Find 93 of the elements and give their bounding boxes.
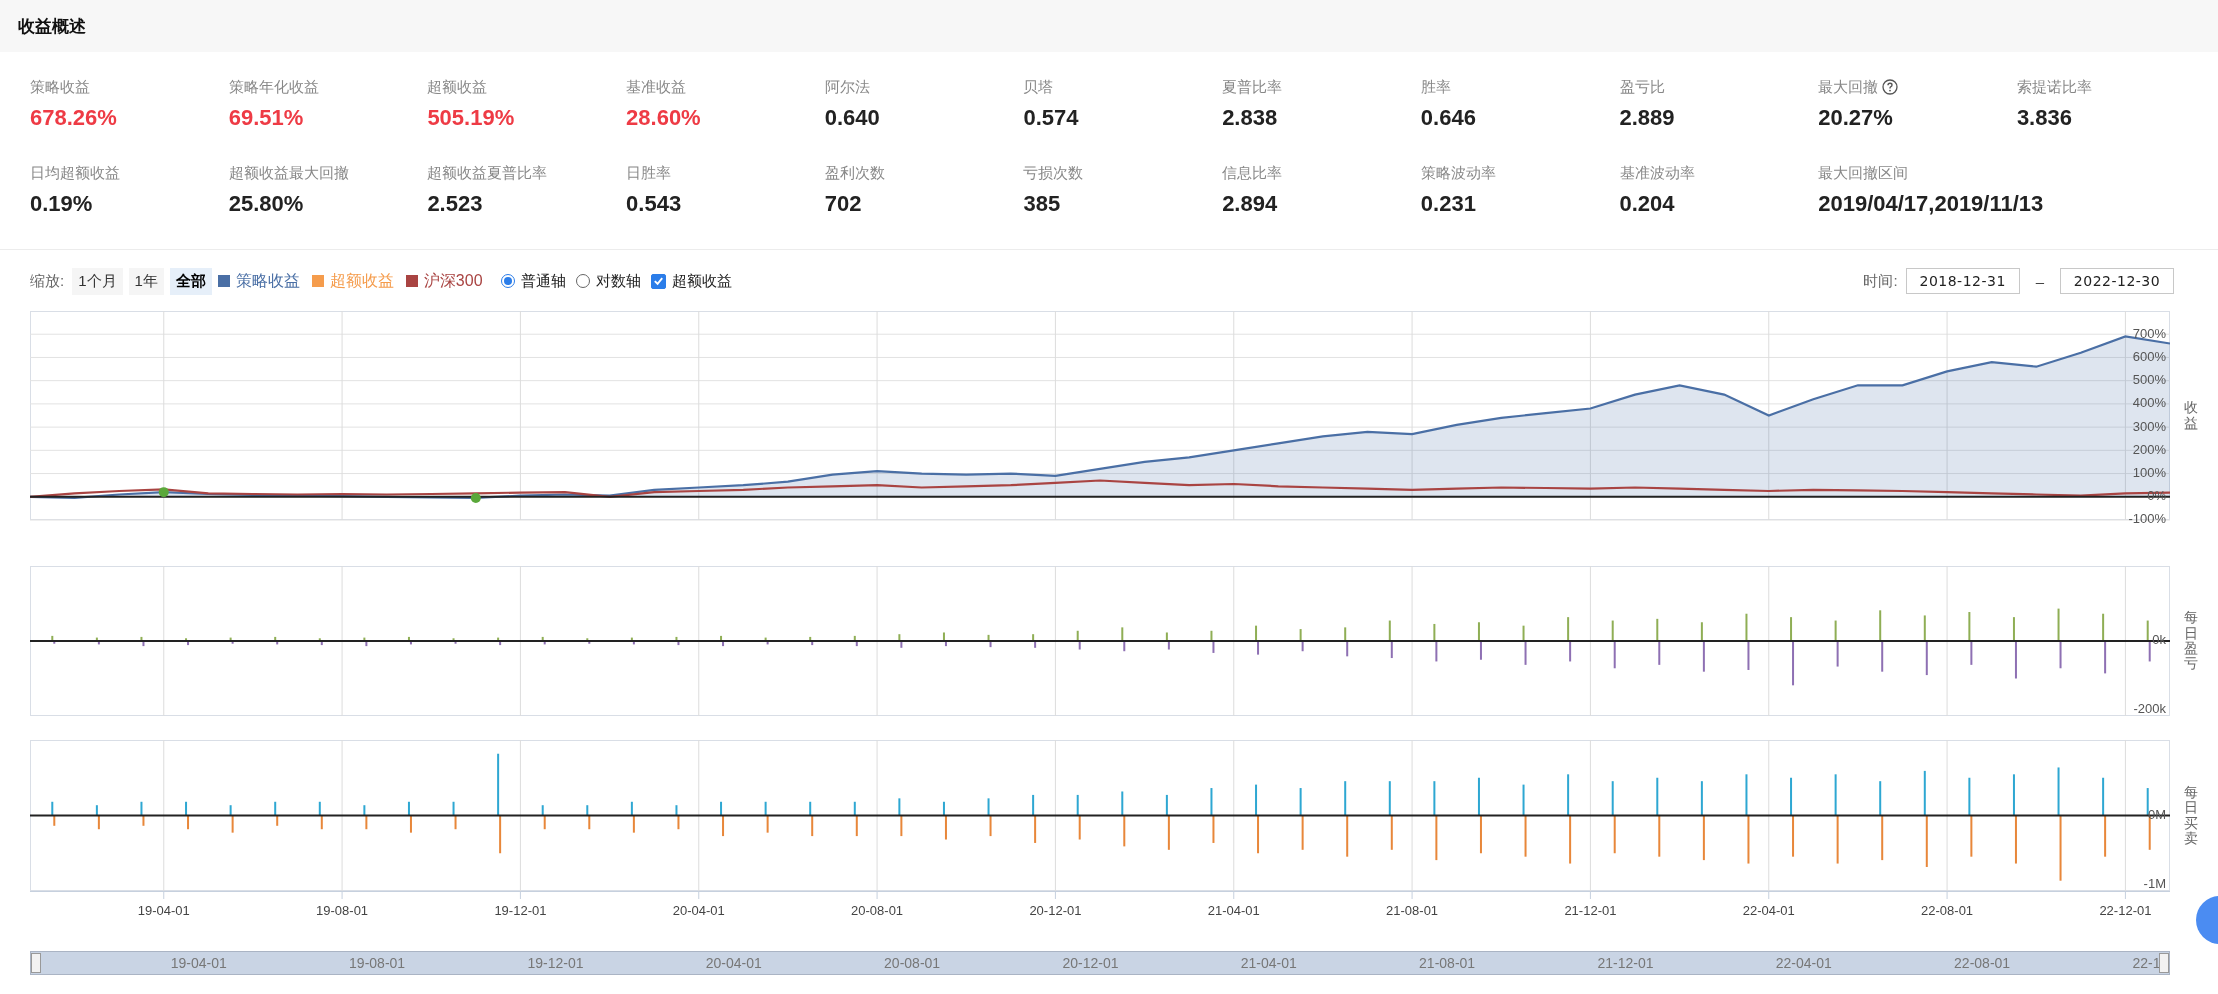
axis-title: 每日盈亏	[2184, 610, 2198, 672]
zoom-button[interactable]: 1个月	[72, 267, 123, 295]
radio-label[interactable]: 对数轴	[595, 271, 641, 291]
axis-label: 200%	[2132, 441, 2166, 457]
axis-label: 20-08-01	[851, 903, 904, 918]
axis-title: 收益	[2184, 400, 2198, 431]
navigator-label: 20-12-01	[1062, 955, 1119, 971]
axis-label: 100%	[2132, 465, 2166, 480]
navigator-label: 19-08-01	[349, 955, 406, 971]
axis-label: 300%	[2132, 418, 2166, 434]
range-separator: –	[2035, 272, 2044, 290]
start-date-field[interactable]: 2018-12-31	[1905, 268, 2020, 294]
metric-label: 超额收益夏普比率	[427, 163, 548, 183]
metric-value: 25.80%	[228, 190, 304, 218]
metric-value: 0.640	[824, 104, 880, 132]
metric-value: 2.523	[427, 190, 483, 218]
axis-label: 700%	[2132, 325, 2166, 341]
legend-item[interactable]: 沪深300	[423, 270, 483, 292]
metric-label: 超额收益最大回撤	[228, 163, 349, 183]
navigator-label: 22-04-01	[1775, 955, 1832, 971]
metric-value: 0.574	[1023, 104, 1079, 132]
metric-value: 0.543	[626, 190, 682, 218]
metric-value: 505.19%	[427, 104, 515, 132]
metric-value: 20.27%	[1818, 104, 1893, 132]
legend-item[interactable]: 策略收益	[235, 270, 300, 292]
navigator-label: 22-1	[2132, 955, 2161, 971]
metric-value: 28.60%	[626, 104, 701, 132]
metric-label: 策略年化收益	[228, 77, 319, 97]
metric-value: 385	[1023, 190, 1061, 218]
navigator-label: 21-04-01	[1240, 955, 1297, 971]
metric-label: 阿尔法	[824, 77, 870, 97]
metric-label: 贝塔	[1023, 77, 1054, 97]
axis-label: 20-04-01	[672, 903, 725, 918]
axis-label: 20-12-01	[1029, 903, 1082, 918]
metric-value: 2.894	[1222, 190, 1278, 218]
axis-label: 21-04-01	[1207, 903, 1260, 918]
metric-label: 最大回撤	[1818, 77, 1879, 97]
zoom-label: 缩放:	[30, 271, 65, 291]
navigator-label: 21-08-01	[1419, 955, 1476, 971]
metric-label: 盈亏比	[1619, 77, 1665, 97]
metric-value: 69.51%	[228, 104, 304, 132]
section-title: 收益概述	[18, 15, 86, 38]
metric-value: 2.838	[1222, 104, 1278, 132]
metric-value: 0.646	[1420, 104, 1476, 132]
axis-label: 22-04-01	[1742, 903, 1795, 918]
axis-label: 19-08-01	[316, 903, 369, 918]
end-date-field[interactable]: 2022-12-30	[2060, 268, 2174, 294]
metric-value: 0.231	[1420, 190, 1476, 218]
navigator-label: 21-12-01	[1597, 955, 1654, 971]
metric-value: 2.889	[1619, 104, 1675, 132]
axis-title: 每日买卖	[2184, 784, 2198, 847]
metric-label: 信息比率	[1222, 163, 1283, 183]
navigator-label: 20-08-01	[884, 955, 941, 971]
axis-label: 600%	[2132, 348, 2166, 364]
metric-label: 盈利次数	[824, 163, 885, 183]
time-label: 时间:	[1863, 271, 1898, 291]
metric-label: 日均超额收益	[30, 163, 120, 183]
metric-value: 702	[824, 190, 862, 218]
metric-value: 0.204	[1619, 190, 1675, 218]
metric-label: 亏损次数	[1023, 163, 1084, 183]
navigator-label: 19-04-01	[170, 955, 227, 971]
navigator-label: 20-04-01	[705, 955, 762, 971]
metric-label: 索提诺比率	[2016, 77, 2092, 97]
axis-label: -200k	[2133, 700, 2166, 716]
radio-label[interactable]: 普通轴	[520, 271, 566, 291]
metric-value: 678.26%	[30, 104, 117, 132]
zoom-button[interactable]: 全部	[169, 267, 212, 295]
axis-label: -1M	[2143, 875, 2166, 891]
metric-label: 基准波动率	[1619, 163, 1695, 183]
axis-label: 500%	[2132, 372, 2166, 388]
navigator-label: 19-12-01	[527, 955, 584, 971]
axis-label: 21-08-01	[1386, 903, 1439, 918]
axis-label: 22-12-01	[2099, 903, 2152, 918]
metric-label: 基准收益	[626, 77, 687, 97]
metric-label: 策略波动率	[1420, 163, 1496, 183]
metric-label: 日胜率	[626, 163, 672, 183]
axis-label: -100%	[2128, 511, 2166, 527]
metric-label: 胜率	[1420, 77, 1451, 97]
metric-label: 超额收益	[427, 77, 488, 97]
metric-value: 3.836	[2016, 104, 2072, 132]
checkbox-label[interactable]: 超额收益	[671, 271, 732, 291]
axis-label: 19-12-01	[494, 903, 547, 918]
axis-label: 19-04-01	[137, 903, 190, 918]
navigator-label: 22-08-01	[1954, 955, 2011, 971]
metric-label: 夏普比率	[1222, 77, 1283, 97]
zoom-button[interactable]: 1年	[128, 267, 164, 295]
axis-label: 400%	[2132, 395, 2166, 411]
metric-label: 最大回撤区间	[1818, 163, 1909, 183]
metric-value: 2019/04/17,2019/11/13	[1818, 190, 2044, 218]
metric-value: 0.19%	[30, 190, 93, 218]
axis-label: 21-12-01	[1564, 903, 1617, 918]
axis-label: 22-08-01	[1921, 903, 1974, 918]
metric-label: 策略收益	[30, 77, 90, 97]
